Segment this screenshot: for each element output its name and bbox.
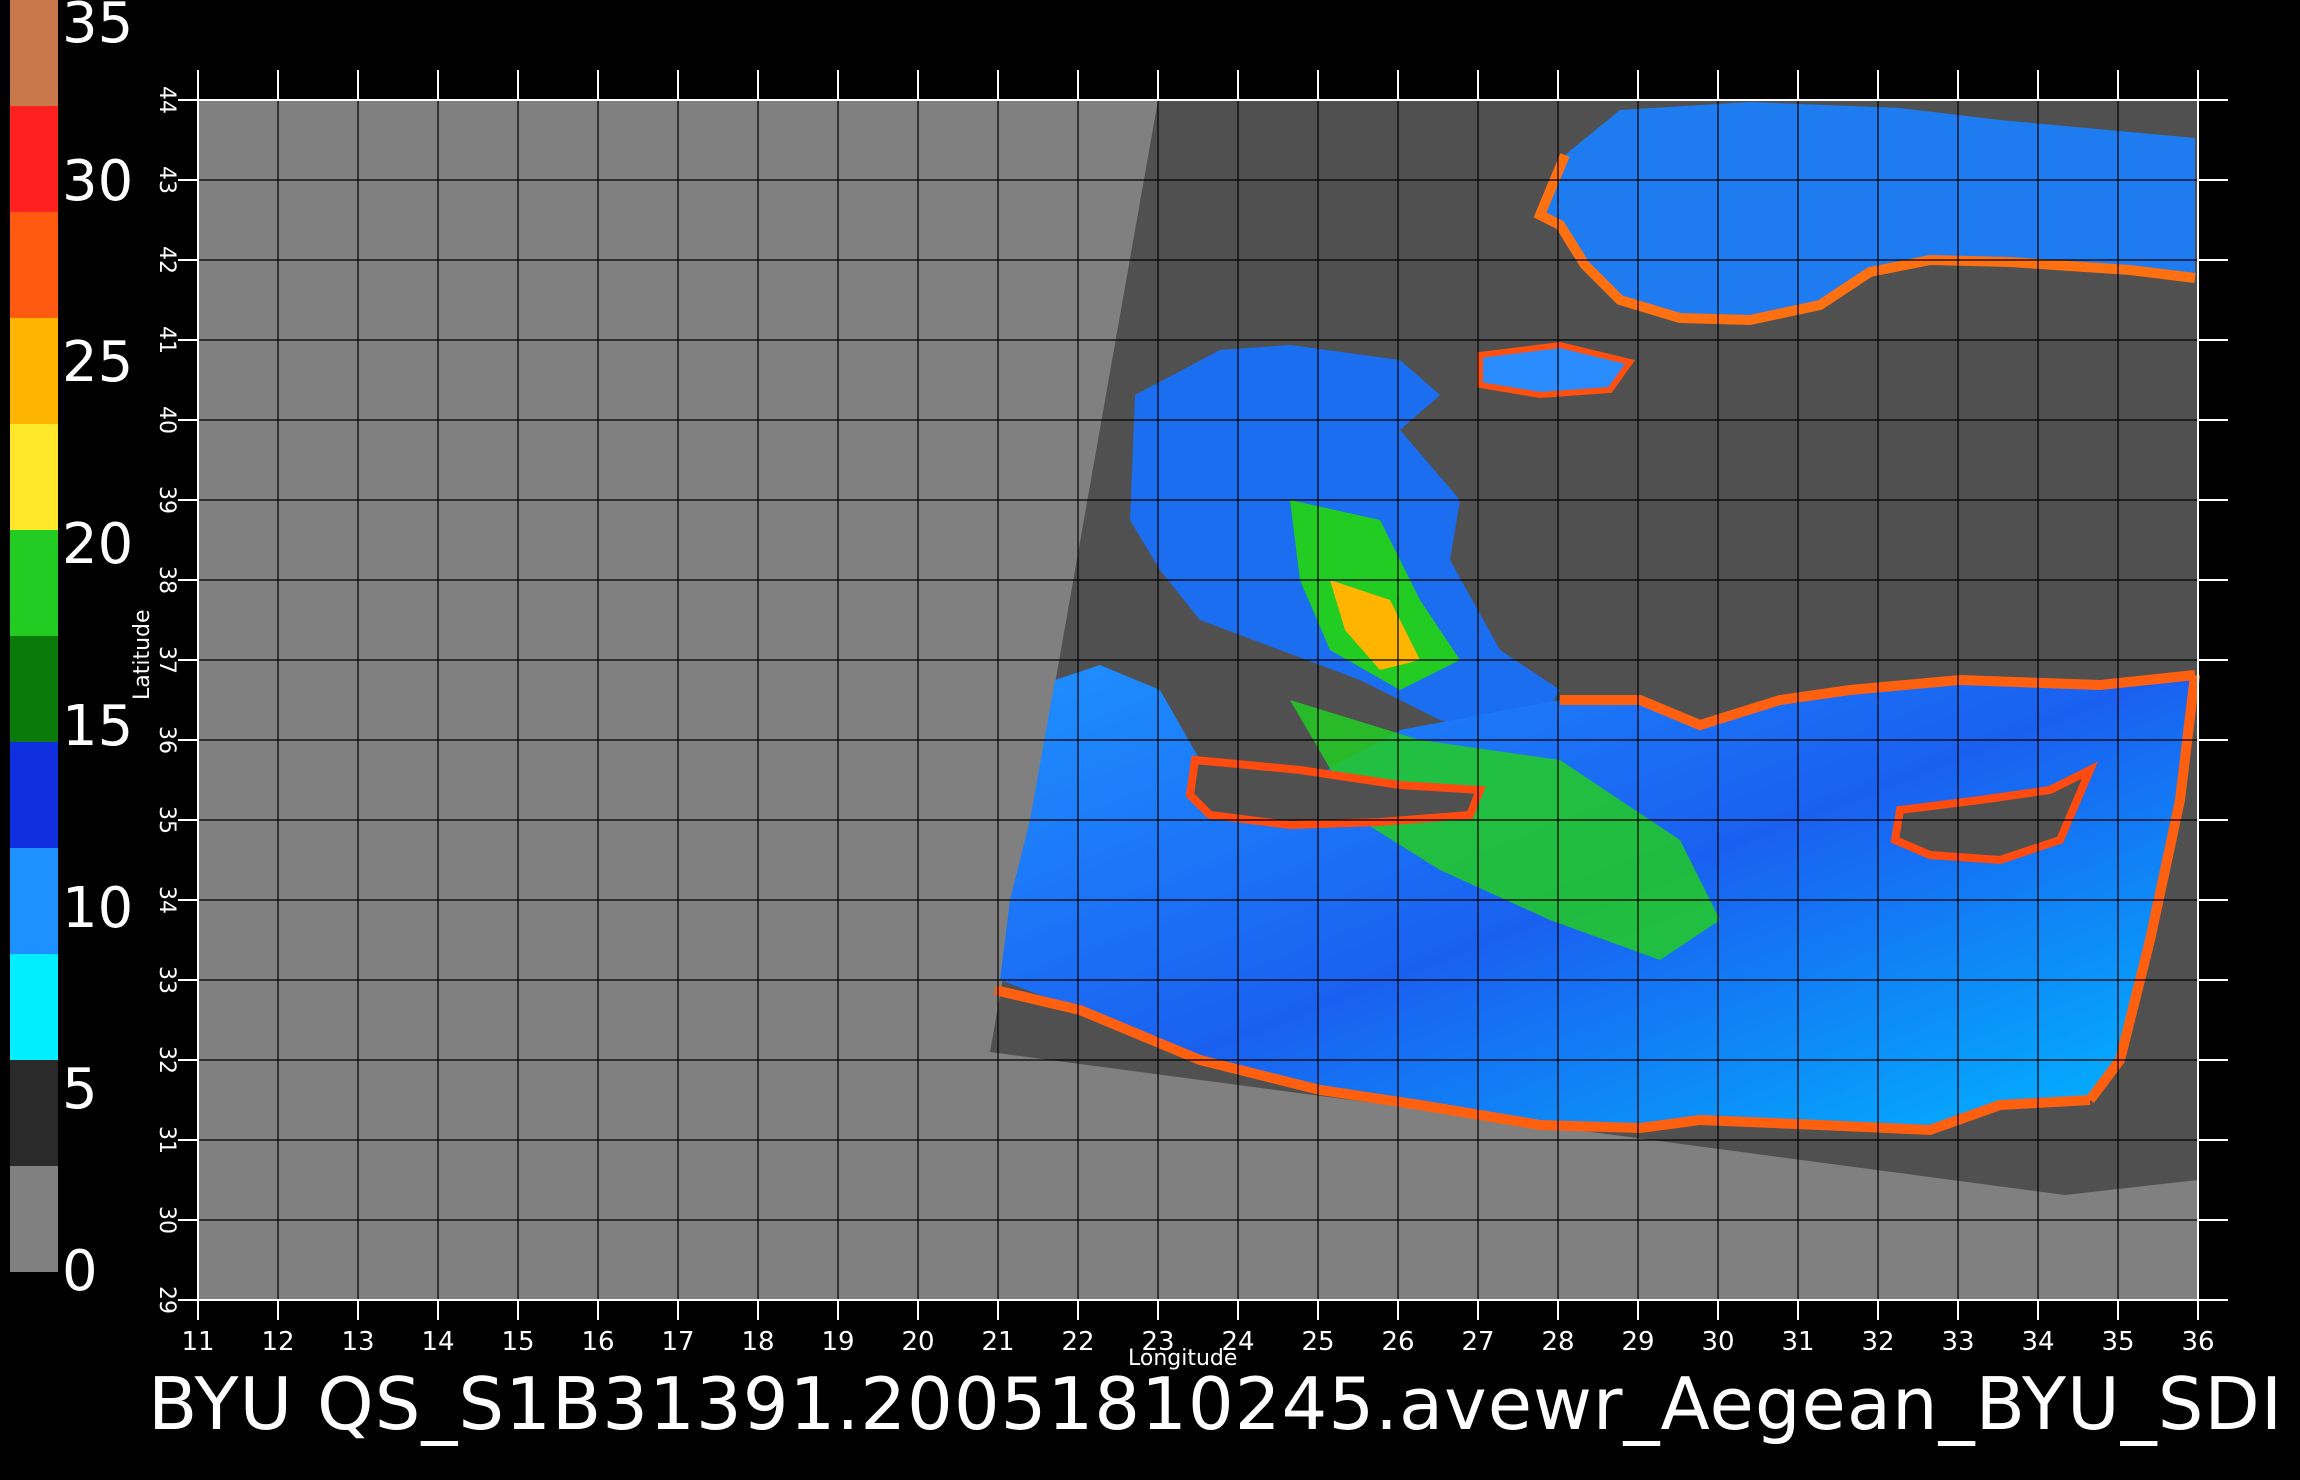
lat-tick-label: 31 [154,1126,179,1154]
lat-tick-label: 44 [154,86,179,114]
lon-tick-label: 27 [1461,1327,1494,1357]
lon-tick-label: 22 [1061,1327,1094,1357]
lat-tick-label: 29 [154,1286,179,1314]
lat-tick-label: 43 [154,166,179,194]
lon-tick-label: 30 [1701,1327,1734,1357]
lon-tick-label: 26 [1381,1327,1414,1357]
lon-tick-label: 13 [341,1327,374,1357]
lon-tick-label: 25 [1301,1327,1334,1357]
lon-tick-label: 19 [821,1327,854,1357]
lat-tick-label: 38 [154,566,179,594]
lat-tick-label: 40 [154,406,179,434]
wind-map-figure: 35 30 25 20 15 10 5 0 11 12 13 14 15 16 17 18 19 20 21 22 2… [0,0,2300,1480]
lon-tick-label: 20 [901,1327,934,1357]
lat-tick-label: 32 [154,1046,179,1074]
lon-tick-label: 12 [261,1327,294,1357]
lat-tick-label: 33 [154,966,179,994]
lat-tick-label: 36 [154,726,179,754]
lat-tick-label: 35 [154,806,179,834]
lat-tick-label: 30 [154,1206,179,1234]
lon-tick-label: 15 [501,1327,534,1357]
lon-tick-label: 21 [981,1327,1014,1357]
lon-tick-label: 18 [741,1327,774,1357]
y-axis-title: Latitude [130,609,155,700]
lat-tick-label: 37 [154,646,179,674]
lon-tick-label: 14 [421,1327,454,1357]
lat-tick-label: 41 [154,326,179,354]
lon-tick-label: 33 [1941,1327,1974,1357]
lon-tick-label: 36 [2181,1327,2214,1357]
lat-tick-label: 34 [154,886,179,914]
lon-tick-label: 35 [2101,1327,2134,1357]
lon-tick-label: 16 [581,1327,614,1357]
lon-tick-label: 11 [181,1327,214,1357]
lon-tick-label: 17 [661,1327,694,1357]
lon-tick-label: 34 [2021,1327,2054,1357]
lon-tick-label: 32 [1861,1327,1894,1357]
image-caption: BYU QS_S1B31391.20051810245.avewr_Aegean… [148,1362,2284,1446]
lon-tick-label: 31 [1781,1327,1814,1357]
lat-tick-label: 42 [154,246,179,274]
map-plot: 11 12 13 14 15 16 17 18 19 20 21 22 23 24 25 26 27 28 29 30… [154,70,2228,1357]
lon-tick-label: 28 [1541,1327,1574,1357]
lon-tick-label: 29 [1621,1327,1654,1357]
lat-tick-label: 39 [154,486,179,514]
